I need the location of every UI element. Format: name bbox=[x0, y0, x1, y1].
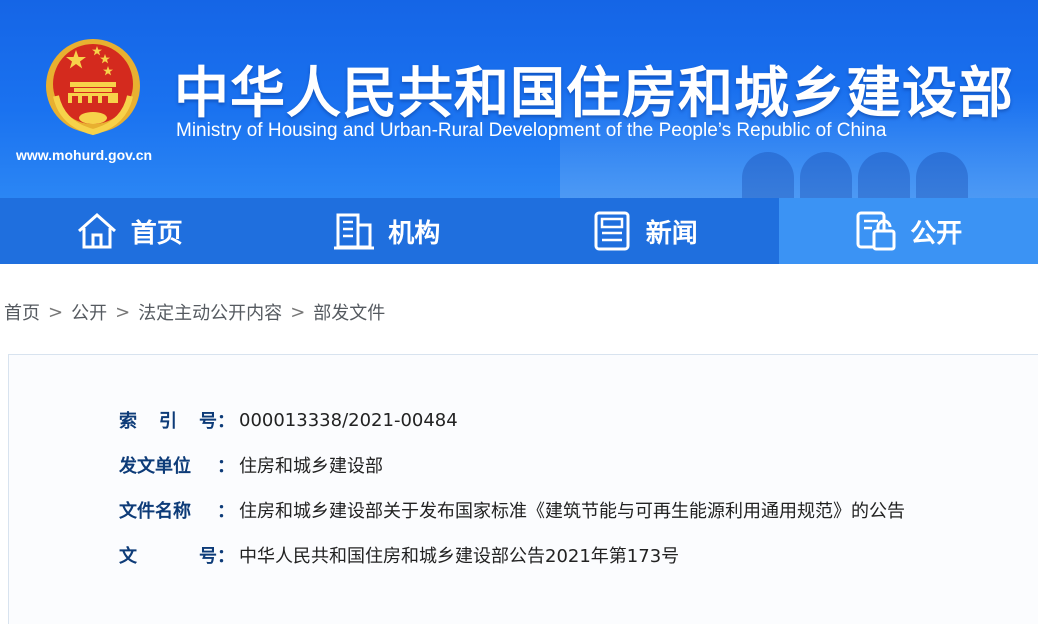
building-icon bbox=[334, 213, 375, 250]
info-value: 住房和城乡建设部关于发布国家标准《建筑节能与可再生能源利用通用规范》的公告 bbox=[239, 501, 905, 522]
info-key: 文 号 bbox=[119, 546, 217, 567]
building-silhouette bbox=[858, 152, 910, 198]
breadcrumb-current: 部发文件 bbox=[313, 303, 386, 324]
site-title-en: Ministry of Housing and Urban-Rural Deve… bbox=[176, 120, 887, 141]
news-icon bbox=[594, 211, 630, 251]
nav-item-organization[interactable]: 机构 bbox=[258, 198, 516, 264]
building-silhouette bbox=[916, 152, 968, 198]
nav-item-label: 公开 bbox=[910, 218, 963, 249]
info-colon: ： bbox=[217, 546, 235, 567]
site-title-cn: 中华人民共和国住房和城乡建设部 bbox=[174, 61, 1015, 125]
info-key: 文件名称 bbox=[119, 501, 191, 522]
nav-item-disclosure[interactable]: 公开 bbox=[778, 198, 1038, 264]
home-icon bbox=[77, 212, 116, 249]
breadcrumb-disclosure[interactable]: 公开 bbox=[71, 299, 107, 325]
national-emblem-icon[interactable] bbox=[42, 36, 144, 136]
nav-item-news[interactable]: 新闻 bbox=[515, 198, 773, 264]
info-value: 000013338/2021-00484 bbox=[239, 409, 458, 431]
nav-item-label: 新闻 bbox=[645, 218, 698, 249]
nav-item-home[interactable]: 首页 bbox=[0, 198, 258, 264]
info-value: 住房和城乡建设部 bbox=[239, 456, 383, 477]
info-key: 发文单位 bbox=[119, 456, 191, 477]
breadcrumb-home[interactable]: 首页 bbox=[4, 299, 40, 325]
disclosure-icon bbox=[856, 211, 896, 251]
info-colon: ： bbox=[217, 501, 235, 522]
info-colon: ： bbox=[217, 411, 235, 432]
document-info-panel: 索 引 号 ： 000013338/2021-00484 发文单位 ： 住房和城… bbox=[8, 354, 1038, 624]
breadcrumb-statutory[interactable]: 法定主动公开内容 bbox=[138, 299, 282, 325]
main-nav: 首页 机构 新闻 公开 bbox=[0, 198, 1038, 264]
info-row-doc-number: 文 号 ： 中华人民共和国住房和城乡建设部公告2021年第173号 bbox=[119, 542, 679, 568]
info-key: 索 引 号 bbox=[119, 411, 217, 432]
nav-item-label: 机构 bbox=[388, 218, 441, 249]
building-silhouette bbox=[742, 152, 794, 198]
breadcrumb: 首页 > 公开 > 法定主动公开内容 > 部发文件 bbox=[4, 299, 385, 325]
breadcrumb-separator: > bbox=[115, 301, 131, 323]
info-row-index: 索 引 号 ： 000013338/2021-00484 bbox=[119, 407, 458, 433]
site-header: www.mohurd.gov.cn 中华人民共和国住房和城乡建设部 Minist… bbox=[0, 0, 1038, 198]
nav-item-label: 首页 bbox=[130, 218, 183, 249]
site-url[interactable]: www.mohurd.gov.cn bbox=[16, 147, 152, 163]
breadcrumb-separator: > bbox=[290, 301, 306, 323]
building-silhouette bbox=[800, 152, 852, 198]
info-colon: ： bbox=[217, 456, 235, 477]
breadcrumb-separator: > bbox=[48, 301, 64, 323]
info-row-issuer: 发文单位 ： 住房和城乡建设部 bbox=[119, 452, 383, 478]
info-row-title: 文件名称 ： 住房和城乡建设部关于发布国家标准《建筑节能与可再生能源利用通用规范… bbox=[119, 497, 905, 523]
info-value: 中华人民共和国住房和城乡建设部公告2021年第173号 bbox=[239, 546, 680, 567]
